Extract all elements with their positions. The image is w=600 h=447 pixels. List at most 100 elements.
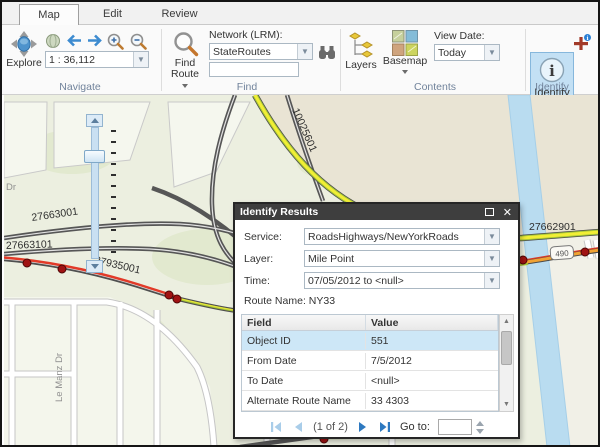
view-date-label: View Date:	[434, 30, 485, 42]
svg-text:i: i	[549, 62, 555, 80]
tab-map-label: Map	[38, 9, 59, 21]
close-icon[interactable]: ✕	[503, 205, 512, 221]
spinner-down-icon[interactable]	[476, 429, 484, 434]
cell-field: Object ID	[242, 333, 366, 349]
chevron-down-icon[interactable]: ▼	[484, 273, 499, 288]
page-status: (1 of 2)	[313, 421, 348, 433]
search-routes-button[interactable]	[318, 45, 336, 60]
zoom-slider-track[interactable]	[91, 127, 99, 259]
previous-page-button[interactable]	[291, 420, 305, 434]
table-row[interactable]: From Date 7/5/2012	[242, 351, 498, 371]
street-label: Le Manz Dr	[54, 353, 65, 402]
tab-map[interactable]: Map	[19, 4, 79, 25]
layer-combobox[interactable]: Mile Point ▼	[304, 250, 500, 267]
first-page-button[interactable]	[269, 420, 283, 434]
tab-edit-label: Edit	[103, 8, 122, 20]
dialog-title-bar[interactable]: Identify Results ✕	[235, 204, 518, 220]
basemap-button-label: Basemap	[383, 56, 427, 67]
maximize-icon[interactable]	[485, 208, 494, 216]
chevron-down-icon	[182, 84, 188, 88]
column-header-field: Field	[242, 315, 366, 330]
map-scale-combobox[interactable]: 1 : 36,112 ▼	[45, 51, 149, 68]
zoom-out-button[interactable]	[129, 32, 147, 50]
scrollbar-thumb[interactable]	[501, 331, 512, 365]
next-page-button[interactable]	[356, 420, 370, 434]
binoculars-icon	[318, 45, 336, 60]
pagination-bar: (1 of 2) Go to:	[235, 417, 518, 437]
layers-button[interactable]: Layers	[344, 32, 378, 71]
svg-text:490: 490	[555, 249, 569, 259]
chevron-down-icon[interactable]: ▼	[484, 251, 499, 266]
table-row[interactable]: Object ID 551	[242, 331, 498, 351]
table-row[interactable]: To Date <null>	[242, 371, 498, 391]
previous-extent-button[interactable]	[65, 33, 83, 48]
identify-group-label: Identify	[535, 81, 569, 93]
road-label: 27662901	[529, 221, 576, 233]
ribbon-toolbar: Explore	[2, 25, 598, 95]
find-route-magnifier-icon	[172, 31, 199, 58]
route-input-field[interactable]	[209, 62, 299, 77]
find-route-button-label: Find Route	[168, 58, 202, 80]
route-name-label: Route Name:	[244, 295, 306, 307]
tab-edit[interactable]: Edit	[80, 4, 145, 25]
goto-page-input[interactable]	[438, 419, 472, 435]
service-value: RoadsHighways/NewYorkRoads	[305, 231, 484, 243]
chevron-down-icon[interactable]: ▼	[297, 44, 312, 59]
basemap-grid-icon	[392, 30, 418, 56]
navigate-group-label: Navigate	[59, 81, 100, 93]
route-shield: 490	[550, 245, 574, 260]
time-value: 07/05/2012 to <null>	[305, 275, 484, 287]
last-page-button[interactable]	[378, 420, 392, 434]
group-separator	[161, 29, 162, 91]
find-route-button[interactable]: Find Route	[164, 31, 206, 88]
service-combobox[interactable]: RoadsHighways/NewYorkRoads ▼	[304, 228, 500, 245]
triangle-up-icon	[91, 118, 99, 123]
group-separator	[525, 29, 526, 91]
zoom-slider-plus-button[interactable]	[86, 114, 103, 127]
zoom-in-button[interactable]	[106, 32, 124, 50]
table-row[interactable]: Alternate Route Name 33 4303	[242, 391, 498, 411]
application-window: Map Edit Review Explore	[0, 0, 600, 447]
network-lrm-combobox[interactable]: StateRoutes ▼	[209, 43, 313, 60]
arrow-left-icon	[65, 33, 83, 48]
dialog-title: Identify Results	[240, 206, 318, 218]
chevron-down-icon[interactable]: ▼	[484, 45, 499, 60]
time-label: Time:	[244, 275, 270, 287]
identify-route-location-button[interactable]: i	[573, 34, 592, 52]
map-zoom-slider[interactable]	[84, 114, 108, 278]
tab-review[interactable]: Review	[146, 4, 213, 25]
zoom-slider-thumb[interactable]	[84, 150, 105, 163]
zoom-out-icon	[129, 32, 147, 50]
cell-value: 7/5/2012	[366, 353, 498, 369]
chevron-down-icon[interactable]: ▼	[133, 52, 148, 67]
layer-value: Mile Point	[305, 253, 484, 265]
explore-button-label: Explore	[6, 58, 42, 69]
identify-info-icon: i	[539, 57, 565, 83]
identify-results-dialog: Identify Results ✕ Service: RoadsHighway…	[233, 202, 520, 439]
cell-value: 33 4303	[366, 393, 498, 409]
scroll-down-icon[interactable]: ▼	[500, 398, 513, 411]
chevron-down-icon[interactable]: ▼	[484, 229, 499, 244]
basemap-button[interactable]: Basemap	[386, 30, 424, 74]
contents-group-label: Contents	[414, 81, 456, 93]
service-label: Service:	[244, 231, 282, 243]
explore-button[interactable]: Explore	[4, 30, 44, 69]
table-scrollbar[interactable]: ▲ ▼	[499, 314, 514, 412]
find-group-label: Find	[237, 81, 257, 93]
chevron-down-icon	[402, 70, 408, 74]
arrow-right-icon	[86, 33, 104, 48]
scroll-up-icon[interactable]: ▲	[500, 315, 513, 328]
zoom-slider-ticks	[111, 130, 116, 254]
route-name-value: NY33	[309, 295, 335, 307]
view-date-combobox[interactable]: Today ▼	[434, 44, 500, 61]
next-extent-button[interactable]	[86, 33, 104, 48]
full-extent-button[interactable]	[45, 33, 61, 49]
spinner-up-icon[interactable]	[476, 421, 484, 426]
goto-spinner[interactable]	[476, 421, 484, 434]
column-header-value: Value	[366, 315, 498, 330]
group-separator	[340, 29, 341, 91]
zoom-slider-minus-button[interactable]	[86, 260, 103, 273]
view-date-value: Today	[435, 47, 484, 59]
time-combobox[interactable]: 07/05/2012 to <null> ▼	[304, 272, 500, 289]
attributes-table: Field Value Object ID 551 From Date 7/5/…	[241, 314, 499, 412]
